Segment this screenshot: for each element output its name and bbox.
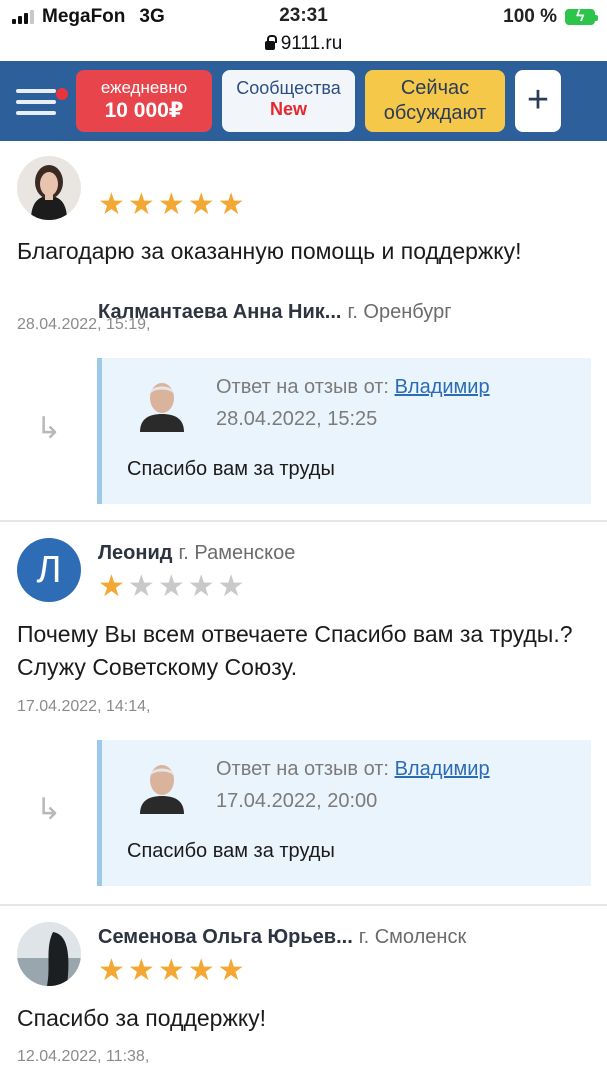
reply-arrow-icon: ↳ — [36, 412, 62, 445]
star-icon: ★ — [157, 570, 185, 603]
url-text: 9111.ru — [280, 33, 343, 54]
reviewer-header: Леонид г. Раменское — [98, 542, 295, 565]
review-item: Калмантаева Анна Ник... г. Оренбург ★ ★ ★ ★ ★… — [0, 141, 607, 522]
star-icon: ★ — [187, 954, 215, 987]
reviewer-name-text[interactable]: Леонид — [98, 542, 172, 564]
star-icon: ★ — [98, 954, 125, 987]
battery-percent: 100 % — [503, 6, 557, 27]
reply-arrow-icon: ↳ — [36, 793, 62, 826]
avatar[interactable]: Л — [17, 538, 81, 602]
review-date: 17.04.2022, 14:14, — [17, 698, 151, 715]
reviewer-city: г. Смоленск — [358, 926, 467, 948]
star-icon: ★ — [217, 188, 245, 221]
discussing-line2: обсуждают — [383, 102, 487, 124]
add-button[interactable]: + — [515, 70, 561, 132]
reply-avatar[interactable] — [138, 758, 186, 814]
star-icon: ★ — [217, 570, 245, 603]
status-right: 100 % ϟ — [503, 6, 598, 28]
star-icon: ★ — [187, 188, 215, 221]
daily-prize-button[interactable]: ежедневно 10 000₽ — [76, 70, 212, 132]
daily-prize-amount: 10 000₽ — [104, 99, 184, 122]
reply-date: 17.04.2022, 20:00 — [216, 790, 378, 812]
rating-stars: ★ ★ ★ ★ ★ — [98, 956, 245, 986]
reply-text: Спасибо вам за труды — [127, 458, 335, 480]
star-icon: ★ — [127, 954, 155, 987]
daily-prize-label: ежедневно — [100, 78, 188, 97]
discussing-now-button[interactable]: Сейчас обсуждают — [365, 70, 505, 132]
review-text: Спасибо за поддержку! — [17, 1005, 267, 1031]
rating-stars: ★ ★ ★ ★ ★ — [98, 572, 245, 602]
star-icon: ★ — [127, 188, 155, 221]
reply-author-link[interactable]: Владимир — [395, 376, 490, 398]
review-item: Семенова Ольга Юрьев... г. Смоленск ★ ★ ★ ★ ★… — [0, 906, 607, 1076]
review-item: Л Леонид г. Раменское ★ ★ ★ ★ ★ Почему Вы все… — [0, 522, 607, 906]
rating-stars: ★ ★ ★ ★ ★ — [98, 190, 245, 220]
status-bar: MegaFon 3G 23:31 100 % ϟ — [0, 0, 607, 33]
site-header: ежедневно 10 000₽ Сообщества New Сейчас … — [0, 61, 607, 141]
star-icon: ★ — [98, 570, 125, 603]
menu-button[interactable] — [16, 76, 68, 126]
reply-box: Ответ на отзыв от: Владимир 28.04.2022, … — [97, 358, 591, 504]
discussing-line1: Сейчас — [400, 77, 470, 99]
communities-button[interactable]: Сообщества New — [222, 70, 355, 132]
url-bar[interactable]: 9111.ru — [0, 33, 607, 61]
star-icon: ★ — [217, 954, 245, 987]
reply-author-link[interactable]: Владимир — [395, 758, 490, 780]
star-icon: ★ — [157, 954, 185, 987]
reviewer-name-text[interactable]: Семенова Ольга Юрьев... — [98, 926, 353, 948]
reply-header: Ответ на отзыв от: Владимир — [216, 376, 490, 399]
review-text: Благодарю за оказанную помощь и поддержк… — [17, 238, 522, 264]
reply-header: Ответ на отзыв от: Владимир — [216, 758, 490, 781]
star-icon: ★ — [127, 570, 155, 603]
reply-label: Ответ на отзыв от: — [216, 758, 389, 780]
reply-label: Ответ на отзыв от: — [216, 376, 389, 398]
reply-avatar[interactable] — [138, 376, 186, 432]
reply-box: Ответ на отзыв от: Владимир 17.04.2022, … — [97, 740, 591, 886]
reviewer-city: г. Раменское — [178, 542, 296, 564]
notification-dot-icon — [56, 88, 68, 100]
reviewer-city: г. Оренбург — [347, 301, 452, 323]
review-date: 28.04.2022, 15:19, — [17, 316, 151, 333]
star-icon: ★ — [98, 188, 125, 221]
review-date: 12.04.2022, 11:38, — [17, 1048, 150, 1065]
battery-icon: ϟ — [565, 8, 598, 25]
reply-text: Спасибо вам за труды — [127, 840, 335, 862]
star-icon: ★ — [157, 188, 185, 221]
star-icon: ★ — [187, 570, 215, 603]
communities-label: Сообщества — [236, 78, 341, 98]
new-badge: New — [269, 99, 307, 119]
reviewer-header: Калмантаева Анна Ник... г. Оренбург — [98, 301, 452, 324]
review-text: Почему Вы всем отвечаете Спасибо вам за … — [17, 621, 573, 680]
avatar[interactable] — [17, 156, 81, 220]
avatar[interactable] — [17, 922, 81, 986]
reviewer-header: Семенова Ольга Юрьев... г. Смоленск — [98, 926, 466, 949]
lock-icon — [264, 35, 277, 50]
reply-date: 28.04.2022, 15:25 — [216, 408, 378, 430]
